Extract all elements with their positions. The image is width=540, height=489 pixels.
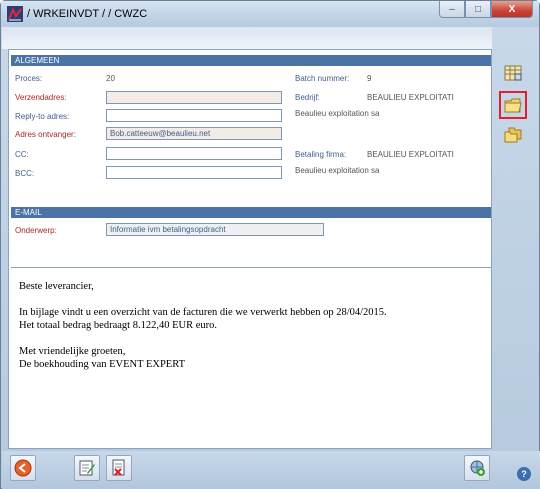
folder-button[interactable] [499, 91, 527, 119]
form-area: ALGEMEEN Proces: 20 Verzendadres: Reply-… [8, 49, 492, 449]
cc-field[interactable] [106, 147, 282, 160]
close-button[interactable]: X [491, 1, 533, 18]
back-button[interactable] [10, 455, 36, 481]
minimize-button[interactable]: – [439, 1, 465, 18]
grid-calculator-icon [504, 65, 522, 81]
delete-document-icon [112, 459, 125, 476]
add-globe-button[interactable] [464, 455, 490, 481]
delete-button[interactable] [106, 455, 132, 481]
verzendadres-field[interactable] [106, 91, 282, 104]
edit-note-icon [79, 460, 95, 476]
body-line: Het totaal bedrag bedraagt 8.122,40 EUR … [19, 320, 217, 331]
folder-icon [504, 98, 522, 112]
batch-label: Batch nummer: [295, 74, 350, 83]
bcc-field[interactable] [106, 166, 282, 179]
maximize-button[interactable]: □ [465, 1, 491, 18]
bcc-label: BCC: [15, 169, 35, 178]
body-line: Met vriendelijke groeten, [19, 346, 126, 357]
section-header-algemeen: ALGEMEEN [11, 55, 491, 66]
betaling-name: Beaulieu exploitation sa [295, 166, 380, 175]
top-band [2, 27, 492, 49]
title-bar: / WRKEINVDT / / CWZC – □ X [1, 1, 539, 27]
folders-button[interactable] [499, 121, 527, 149]
grid-calculator-button[interactable] [499, 59, 527, 87]
body-line: Beste leverancier, [19, 281, 94, 292]
batch-value: 9 [367, 74, 372, 83]
cc-label: CC: [15, 150, 29, 159]
edit-button[interactable] [74, 455, 100, 481]
bottom-toolbar [2, 451, 540, 489]
app-logo-icon [7, 6, 23, 22]
section-header-email: E-MAIL [11, 207, 491, 218]
side-toolbar [495, 55, 533, 451]
bedrijf-name: Beaulieu exploitation sa [295, 109, 380, 118]
bedrijf-value: BEAULIEU EXPLOITATI [367, 93, 454, 102]
body-line: In bijlage vindt u een overzicht van de … [19, 307, 387, 318]
onderwerp-label: Onderwerp: [15, 226, 57, 235]
add-globe-icon [470, 460, 485, 476]
window-controls: – □ X [439, 1, 533, 19]
ontvanger-field[interactable]: Bob.catteeuw@beaulieu.net [106, 127, 282, 140]
betaling-label: Betaling firma: [295, 150, 347, 159]
email-body-editor[interactable]: Beste leverancier, In bijlage vindt u ee… [11, 267, 491, 447]
proces-value: 20 [106, 74, 115, 83]
body-line: De boekhouding van EVENT EXPERT [19, 359, 185, 370]
proces-label: Proces: [15, 74, 43, 83]
window-title: / WRKEINVDT / / CWZC [27, 8, 148, 20]
ontvanger-label: Adres ontvanger: [15, 130, 76, 139]
onderwerp-field[interactable]: Informatie ivm betalingsopdracht [106, 223, 324, 236]
bedrijf-label: Bedrijf: [295, 93, 320, 102]
folders-icon [504, 127, 522, 143]
help-icon[interactable]: ? [517, 467, 531, 481]
replyto-field[interactable] [106, 109, 282, 122]
application-window: / WRKEINVDT / / CWZC – □ X ALGEMEEN Proc… [0, 0, 540, 489]
back-arrow-icon [14, 459, 32, 477]
verzendadres-label: Verzendadres: [15, 93, 67, 102]
replyto-label: Reply-to adres: [15, 112, 70, 121]
betaling-value: BEAULIEU EXPLOITATI [367, 150, 454, 159]
